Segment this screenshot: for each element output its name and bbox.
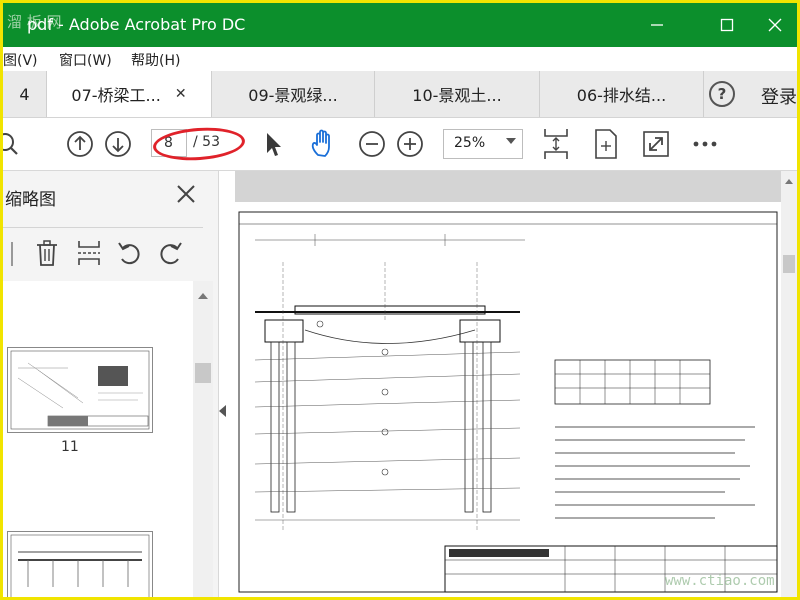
toolbar: 8 / 53 25%: [3, 118, 797, 171]
menu-bar: 图(V) 窗口(W) 帮助(H): [3, 47, 797, 71]
expand-icon: [643, 131, 669, 157]
hand-tool-button[interactable]: [308, 128, 338, 160]
zoom-in-button[interactable]: [395, 129, 425, 159]
fit-width-icon: [595, 129, 617, 159]
search-button[interactable]: [3, 130, 23, 158]
tool-divider: [11, 242, 13, 266]
select-tool-button[interactable]: [261, 130, 285, 158]
close-icon: [177, 185, 195, 203]
more-tools-button[interactable]: [691, 132, 719, 156]
thumbnail-list[interactable]: 11: [3, 281, 193, 597]
tab-partial[interactable]: 4: [3, 71, 47, 117]
title-bar: 溜 板 网 pdf - Adobe Acrobat Pro DC: [3, 3, 797, 47]
menu-window[interactable]: 窗口(W): [59, 50, 112, 70]
zoom-out-button[interactable]: [357, 129, 387, 159]
arrow-down-circle-icon: [105, 131, 131, 157]
close-icon: [768, 18, 782, 32]
thumbnail-scrollbar[interactable]: [193, 281, 213, 597]
thumbnails-panel: 缩略图 11: [3, 171, 219, 597]
collapse-panel-arrow[interactable]: [219, 405, 226, 417]
scroll-up-arrow[interactable]: [198, 293, 208, 299]
rotate-left-icon: [118, 242, 140, 265]
tab-label: 06-排水结...: [576, 86, 667, 105]
app-frame: 溜 板 网 pdf - Adobe Acrobat Pro DC 图(V) 窗口…: [0, 0, 800, 600]
fit-width-button[interactable]: [591, 126, 621, 162]
tab-bridge[interactable]: 07-桥梁工... ✕: [47, 71, 212, 117]
rotate-right-button[interactable]: [157, 238, 185, 268]
site-watermark: www.ctiao.com: [665, 573, 775, 589]
thumbnail-tools: [3, 227, 203, 278]
maximize-icon: [720, 18, 734, 32]
rotate-right-icon: [160, 242, 182, 265]
tab-label: 4: [19, 84, 30, 104]
scroll-up-arrow[interactable]: [785, 179, 793, 184]
tab-label: 09-景观绿...: [248, 86, 338, 105]
fit-page-icon: [544, 129, 568, 159]
tab-landscape-soil[interactable]: 10-景观土...: [375, 71, 540, 117]
thumbnail-page-label: 11: [61, 439, 79, 455]
close-window-button[interactable]: [755, 9, 795, 41]
login-link[interactable]: 登录: [761, 83, 797, 109]
arrow-up-circle-icon: [67, 131, 93, 157]
page-thumbnail-11[interactable]: [7, 347, 153, 433]
rotate-left-button[interactable]: [115, 238, 143, 268]
next-page-button[interactable]: [103, 129, 133, 159]
tab-label: 07-桥梁工...: [71, 86, 161, 105]
zoom-select[interactable]: 25%: [443, 129, 523, 159]
panel-close-button[interactable]: [175, 183, 197, 209]
previous-page-button[interactable]: [65, 129, 95, 159]
document-area[interactable]: [235, 171, 781, 597]
trash-icon: [37, 240, 57, 266]
tab-landscape-green[interactable]: 09-景观绿...: [212, 71, 375, 117]
maximize-button[interactable]: [707, 9, 747, 41]
fit-page-button[interactable]: [541, 126, 571, 162]
zoom-value: 25%: [454, 135, 486, 151]
page-split-icon: [78, 241, 100, 265]
engineering-drawing: [238, 211, 778, 593]
thumbnail-drawing: [10, 534, 150, 597]
minimize-icon: [651, 24, 663, 26]
thumbnail-drawing: [10, 350, 150, 430]
extract-page-button[interactable]: [75, 238, 103, 268]
menu-help[interactable]: 帮助(H): [131, 50, 180, 70]
more-icon: [693, 141, 717, 147]
menu-view[interactable]: 图(V): [3, 50, 38, 70]
delete-page-button[interactable]: [33, 238, 61, 268]
minimize-button[interactable]: [637, 9, 677, 41]
panel-title: 缩略图: [5, 190, 56, 210]
help-icon[interactable]: ?: [709, 81, 735, 107]
tab-drainage[interactable]: 06-排水结...: [540, 71, 704, 117]
page-thumbnail-12[interactable]: [7, 531, 153, 597]
tab-close-icon[interactable]: ✕: [175, 86, 187, 102]
window-title: pdf - Adobe Acrobat Pro DC: [27, 15, 246, 34]
scroll-thumb[interactable]: [783, 255, 795, 273]
tab-bar: 4 07-桥梁工... ✕ 09-景观绿... 10-景观土... 06-排水结…: [3, 71, 797, 118]
full-screen-button[interactable]: [641, 128, 671, 160]
document-scrollbar[interactable]: [781, 171, 797, 597]
minus-circle-icon: [359, 131, 385, 157]
scroll-thumb[interactable]: [195, 363, 211, 383]
hand-icon: [311, 129, 330, 157]
search-icon: [3, 133, 18, 155]
plus-circle-icon: [397, 131, 423, 157]
tab-label: 10-景观土...: [412, 86, 502, 105]
chevron-down-icon: [506, 138, 516, 144]
cursor-arrow-icon: [267, 133, 281, 156]
document-page[interactable]: [235, 202, 781, 597]
